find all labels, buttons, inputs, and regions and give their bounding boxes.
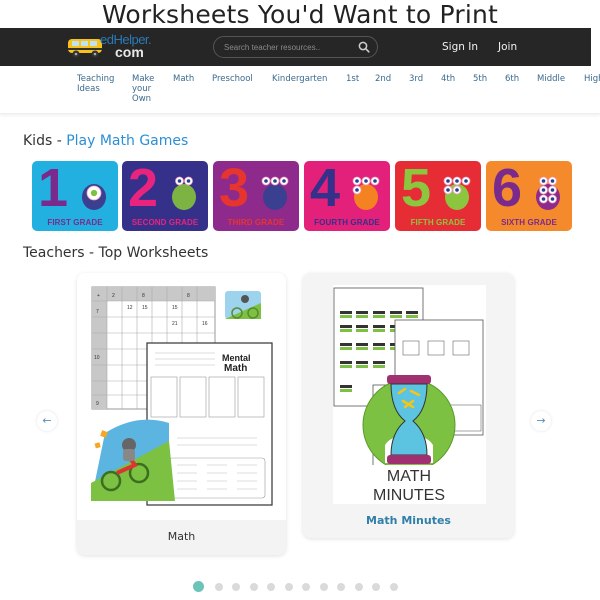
menu-item-make-your-own[interactable]: Make your Own [132, 74, 160, 104]
teachers-section-title: Teachers - Top Worksheets [23, 245, 209, 261]
join-link[interactable]: Join [498, 41, 517, 53]
grade-label: SIXTH GRADE [501, 218, 557, 227]
grade-card-3[interactable]: 3 THIRD GRADE [213, 161, 299, 231]
worksheet-card-math-minutes[interactable]: MATH MINUTES Math Minutes [303, 273, 514, 538]
menu-item-4th[interactable]: 4th [441, 74, 455, 84]
svg-text:15: 15 [142, 305, 148, 311]
menu-item-6th[interactable]: 6th [505, 74, 519, 84]
grade-card-6[interactable]: 6 SIXTH GRADE [486, 161, 572, 231]
math-minutes-thumbnail: MATH MINUTES [333, 285, 486, 504]
search-box [213, 36, 378, 58]
carousel-dot[interactable] [302, 583, 310, 591]
page-banner-title: Worksheets You'd Want to Print [101, 0, 499, 29]
carousel-dot[interactable] [267, 583, 275, 591]
carousel-dot[interactable] [372, 583, 380, 591]
grade-number: 5 [401, 161, 432, 218]
svg-text:10: 10 [94, 355, 100, 361]
carousel-next-button[interactable]: → [531, 411, 551, 431]
card-caption-math-minutes[interactable]: Math Minutes [303, 511, 514, 531]
monster-icon [172, 176, 196, 210]
svg-text:Math: Math [224, 363, 247, 374]
menu-item-2nd[interactable]: 2nd [375, 74, 391, 84]
monster-icon [82, 184, 106, 210]
carousel-dot[interactable] [284, 583, 293, 591]
carousel-dot[interactable] [354, 583, 363, 591]
svg-text:8: 8 [142, 293, 145, 299]
svg-text:Mental: Mental [222, 353, 251, 363]
grade-number: 6 [492, 161, 523, 218]
site-logo[interactable]: edHelper. com [66, 31, 156, 63]
math-worksheet-thumbnail: +2 8 8 7 10 9 12 15 15 21 16 Mental Math [77, 273, 286, 520]
grade-menu: Teaching Ideas Make your Own Math Presch… [0, 66, 600, 114]
grade-label: SECOND GRADE [131, 218, 199, 227]
svg-text:15: 15 [172, 305, 178, 311]
grade-card-4[interactable]: 4 FOURTH GRADE [304, 161, 390, 231]
worksheet-card-math[interactable]: +2 8 8 7 10 9 12 15 15 21 16 Mental Math [77, 273, 286, 555]
menu-item-1st[interactable]: 1st [346, 74, 359, 84]
menu-item-math[interactable]: Math [173, 74, 194, 84]
grade-label: FIFTH GRADE [410, 218, 466, 227]
svg-text:16: 16 [202, 321, 208, 327]
grade-number: 4 [310, 161, 341, 218]
logo-brand-tld: com [115, 44, 144, 60]
carousel-dot[interactable] [319, 583, 328, 591]
menu-item-3rd[interactable]: 3rd [409, 74, 423, 84]
search-input[interactable] [224, 40, 354, 55]
kids-section-title: Kids - Play Math Games [23, 133, 188, 149]
math-minutes-logo-line1: MATH [387, 468, 431, 485]
svg-text:2: 2 [112, 293, 115, 299]
grade-label: THIRD GRADE [227, 218, 285, 227]
grade-card-5[interactable]: 5 FIFTH GRADE [395, 161, 481, 231]
carousel-dot[interactable] [214, 583, 223, 591]
carousel-dot[interactable] [193, 581, 204, 592]
menu-item-5th[interactable]: 5th [473, 74, 487, 84]
grade-label: FIRST GRADE [47, 218, 103, 227]
grade-number: 1 [38, 161, 69, 218]
monster-icon [261, 176, 289, 210]
grade-number: 2 [128, 161, 159, 218]
menu-item-middle[interactable]: Middle [537, 74, 565, 84]
card-caption-math[interactable]: Math [77, 520, 286, 555]
sign-in-link[interactable]: Sign In [442, 41, 478, 53]
svg-text:7: 7 [96, 309, 99, 315]
svg-text:+: + [97, 293, 100, 299]
svg-text:9: 9 [96, 401, 99, 407]
grade-card-2[interactable]: 2 SECOND GRADE [122, 161, 208, 231]
math-minutes-image: MATH MINUTES [333, 287, 484, 504]
carousel-dot[interactable] [337, 583, 345, 591]
monster-icon [536, 176, 560, 210]
grade-number: 3 [219, 161, 250, 218]
monster-icon [352, 176, 380, 210]
menu-item-high[interactable]: High [584, 74, 600, 84]
math-worksheet-image: +2 8 8 7 10 9 12 15 15 21 16 Mental Math [91, 286, 273, 506]
top-navbar: edHelper. com Sign In Join [0, 28, 591, 66]
monster-icon [443, 176, 471, 210]
menu-item-teaching-ideas[interactable]: Teaching Ideas [77, 74, 119, 94]
svg-text:8: 8 [187, 293, 190, 299]
grade-card-1[interactable]: 1 FIRST GRADE [32, 161, 118, 231]
search-icon[interactable] [358, 41, 370, 53]
carousel-dot[interactable] [389, 583, 398, 591]
svg-text:12: 12 [127, 305, 133, 311]
carousel-dot[interactable] [249, 583, 258, 591]
menu-item-preschool[interactable]: Preschool [212, 74, 253, 84]
menu-item-kindergarten[interactable]: Kindergarten [272, 74, 327, 84]
carousel-dot[interactable] [232, 583, 240, 591]
carousel-prev-button[interactable]: ← [37, 411, 57, 431]
kids-title-prefix: Kids - [23, 133, 67, 149]
svg-text:21: 21 [172, 321, 178, 327]
play-math-games-link[interactable]: Play Math Games [66, 133, 188, 149]
math-minutes-logo-line2: MINUTES [373, 487, 445, 504]
grade-label: FOURTH GRADE [314, 218, 380, 227]
